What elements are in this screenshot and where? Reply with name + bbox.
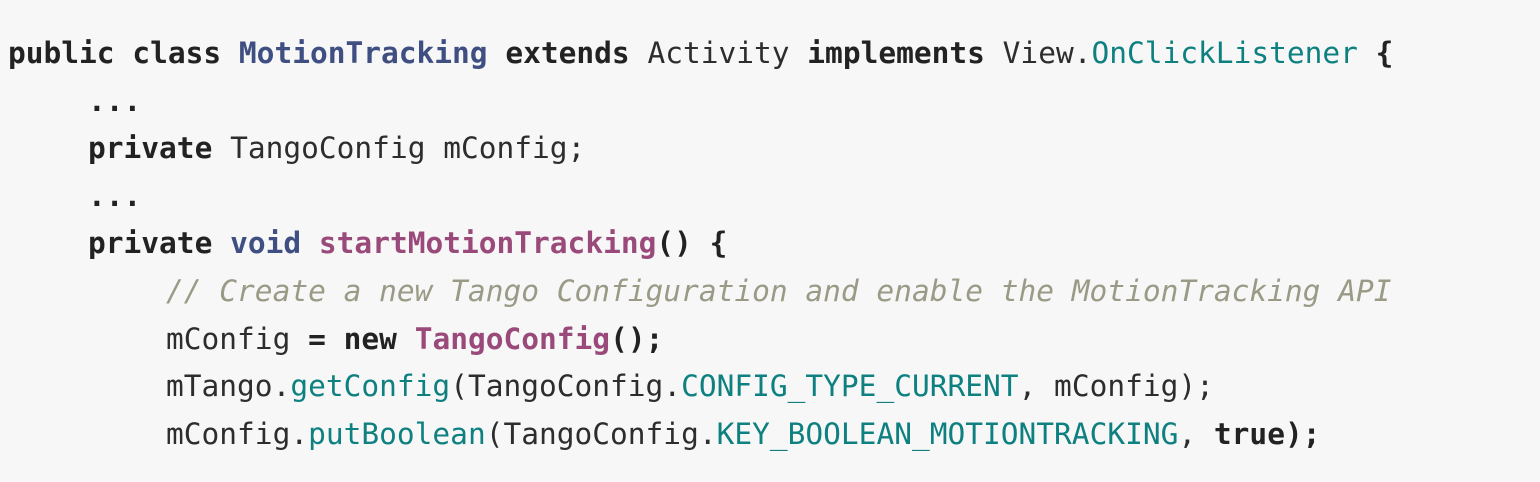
receiver: mTango.	[166, 369, 291, 404]
code-line-field-declaration: private TangoConfig mConfig;	[8, 125, 1540, 173]
argument-prefix: (TangoConfig.	[485, 416, 717, 451]
receiver: mConfig.	[166, 416, 309, 451]
keyword-private: private	[88, 131, 213, 166]
statement-tail: , mConfig);	[1018, 369, 1214, 404]
code-line-config-assignment: mConfig = new TangoConfig();	[8, 316, 1540, 364]
super-class-name: Activity	[647, 36, 790, 70]
method-params-brace: () {	[656, 226, 728, 261]
code-line-method-declaration: private void startMotionTracking() {	[8, 220, 1540, 268]
literal-true: true	[1213, 416, 1285, 451]
statement-tail: ();	[610, 321, 664, 356]
code-line-class-declaration: public class MotionTracking extends Acti…	[8, 30, 1540, 78]
constant-name: CONFIG_TYPE_CURRENT	[681, 369, 1019, 404]
keyword-public: public	[8, 36, 115, 70]
assign-operator: =	[308, 321, 326, 356]
keyword-private: private	[88, 226, 213, 261]
method-call: putBoolean	[308, 416, 486, 451]
code-comment: // Create a new Tango Configuration and …	[166, 273, 1392, 308]
keyword-void: void	[230, 226, 302, 261]
field-declaration: TangoConfig mConfig;	[230, 131, 586, 166]
ellipsis: ...	[88, 83, 142, 118]
class-name: MotionTracking	[238, 36, 488, 70]
code-line-ellipsis-1: ...	[8, 78, 1540, 126]
constructor-name: TangoConfig	[414, 321, 611, 356]
comma: ,	[1178, 416, 1197, 451]
interface-name: OnClickListener	[1091, 36, 1358, 70]
keyword-class: class	[132, 36, 222, 70]
keyword-new: new	[343, 321, 397, 356]
code-block: public class MotionTracking extends Acti…	[0, 0, 1540, 482]
argument-prefix: (TangoConfig.	[450, 369, 682, 404]
code-line-get-config: mTango.getConfig(TangoConfig.CONFIG_TYPE…	[8, 363, 1540, 411]
open-brace: {	[1375, 36, 1394, 70]
method-call: getConfig	[290, 369, 451, 404]
code-line-comment: // Create a new Tango Configuration and …	[8, 268, 1540, 316]
statement-tail: );	[1284, 416, 1321, 451]
keyword-extends: extends	[505, 36, 630, 70]
keyword-implements: implements	[807, 36, 985, 70]
ellipsis: ...	[88, 178, 142, 213]
code-line-ellipsis-2: ...	[8, 173, 1540, 221]
variable-name: mConfig	[166, 321, 291, 356]
code-line-put-boolean: mConfig.putBoolean(TangoConfig.KEY_BOOLE…	[8, 411, 1540, 459]
constant-name: KEY_BOOLEAN_MOTIONTRACKING	[716, 416, 1179, 451]
interface-prefix: View.	[1002, 36, 1092, 70]
method-name: startMotionTracking	[318, 226, 657, 261]
